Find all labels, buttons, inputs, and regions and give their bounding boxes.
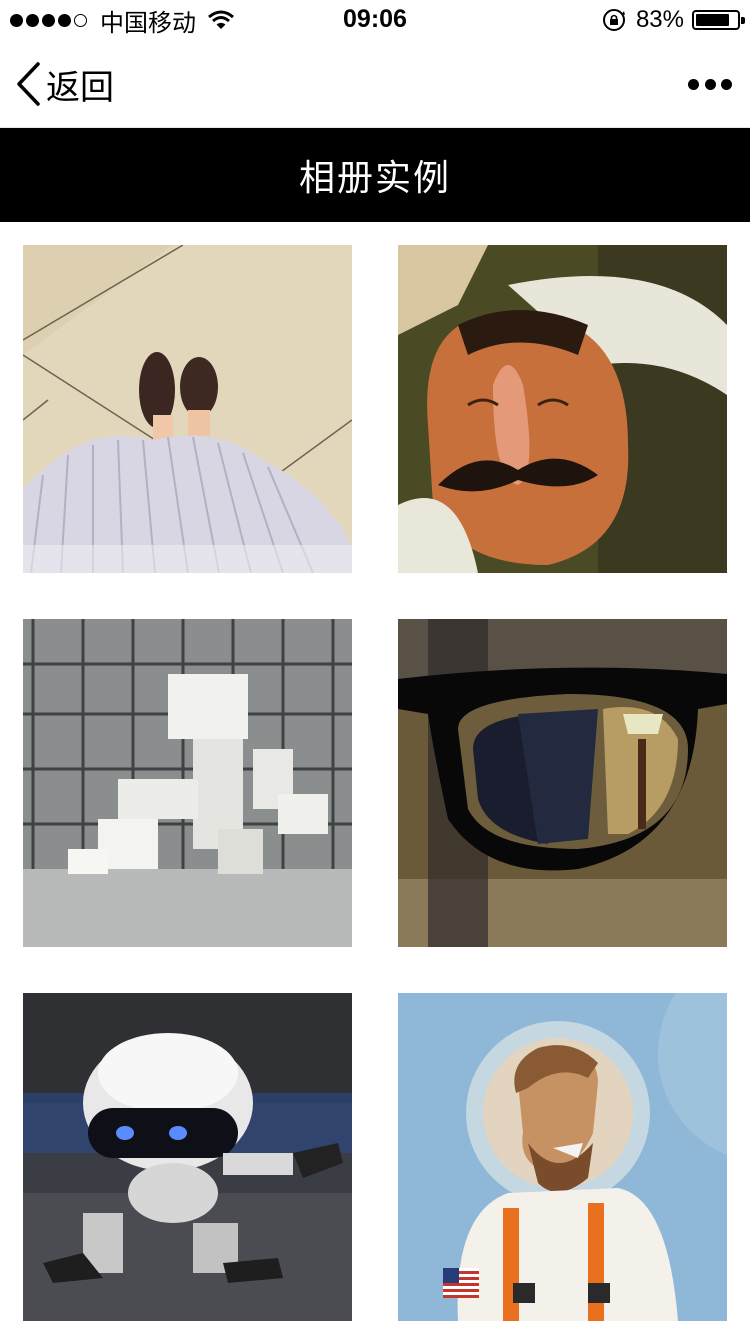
chevron-left-icon [17, 62, 40, 106]
rotation-lock-icon [602, 9, 625, 31]
back-label: 返回 [46, 67, 114, 108]
more-dots-icon [688, 78, 699, 90]
photo-box-robot[interactable] [23, 619, 352, 947]
photo-white-robot[interactable] [23, 993, 352, 1321]
battery-percent: 83% [635, 6, 684, 33]
navigation-bar: 返回 [0, 40, 750, 128]
battery-icon [692, 10, 745, 30]
page-title: 相册实例 [298, 158, 451, 199]
photo-mustache-man[interactable] [398, 245, 727, 573]
photo-grid [23, 245, 727, 1321]
title-banner: 相册实例 [0, 128, 750, 222]
photo-astronaut-man[interactable] [398, 993, 727, 1321]
back-button[interactable]: 返回 [14, 60, 114, 108]
status-right: 83% [602, 6, 745, 34]
more-button[interactable] [688, 70, 732, 98]
photo-shoes-skirt[interactable] [23, 245, 352, 573]
photo-glasses[interactable] [398, 619, 727, 947]
status-bar: 中国移动 09:06 83% [0, 0, 750, 40]
